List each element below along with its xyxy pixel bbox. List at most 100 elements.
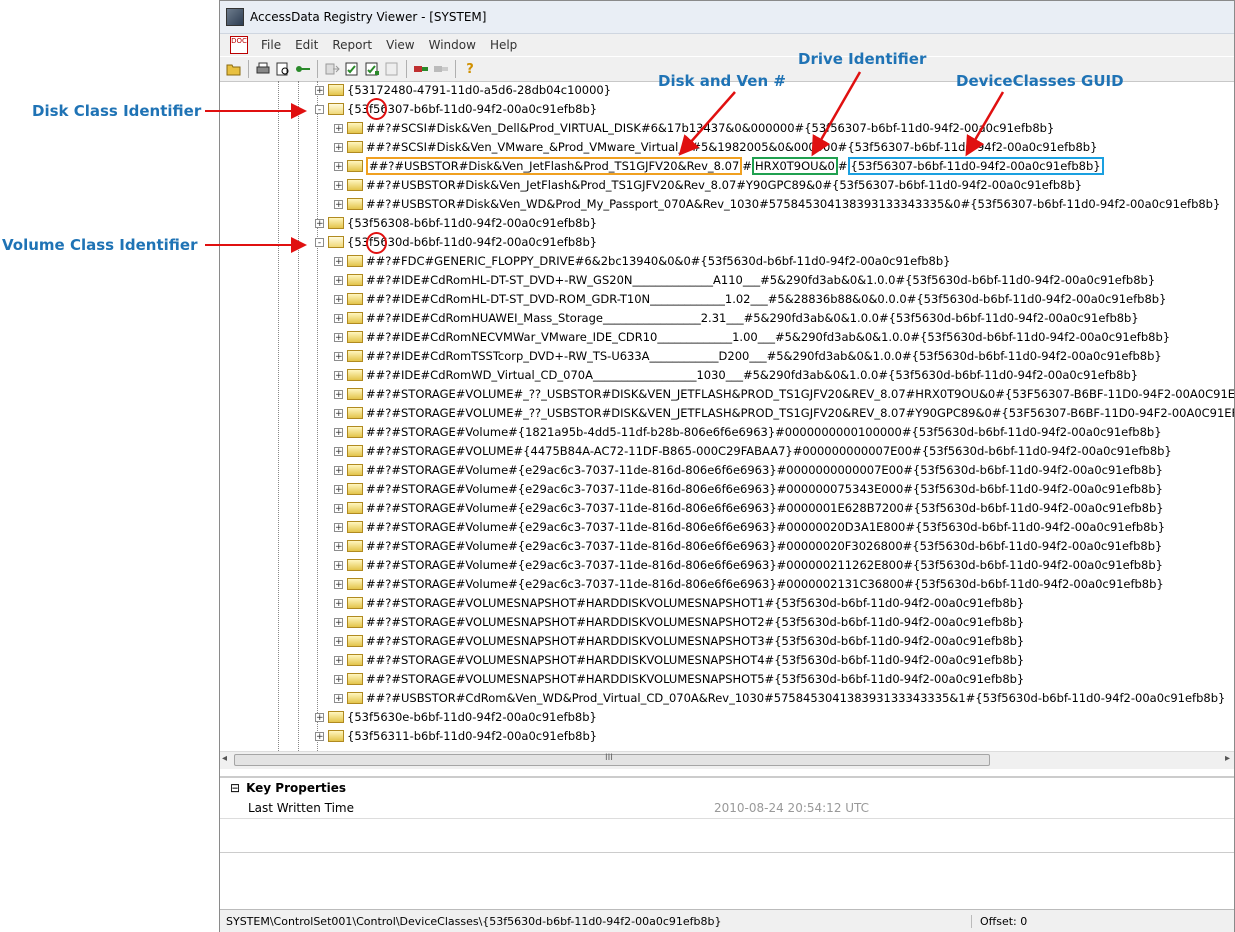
menu-file[interactable]: File (254, 38, 288, 52)
tree-node-class[interactable]: + {53f56308-b6bf-11d0-94f2-00a0c91efb8b} (315, 214, 597, 232)
tree-node-device[interactable]: + ##?#IDE#CdRomHL-DT-ST_DVD-ROM_GDR-T10N_… (334, 290, 1166, 308)
tree-node-class[interactable]: + {53172480-4791-11d0-a5d6-28db04c10000} (315, 81, 611, 99)
collapse-node-icon[interactable]: - (315, 237, 324, 247)
horizontal-scrollbar[interactable]: ◂ III ▸ (220, 751, 1234, 769)
expand-node-icon[interactable]: + (334, 541, 343, 551)
tree-node-device[interactable]: + ##?#IDE#CdRomNECVMWar_VMware_IDE_CDR10_… (334, 328, 1170, 346)
tree-node-device[interactable]: + ##?#STORAGE#VOLUME#_??_USBSTOR#DISK&VEN… (334, 404, 1234, 422)
tree-node-device[interactable]: + ##?#USBSTOR#Disk&Ven_JetFlash&Prod_TS1G… (334, 157, 1104, 175)
untag-icon[interactable] (432, 60, 450, 78)
expand-node-icon[interactable]: + (334, 351, 343, 361)
tree-node-device[interactable]: + ##?#STORAGE#VOLUMESNAPSHOT#HARDDISKVOLU… (334, 632, 1024, 650)
tree-node-device[interactable]: + ##?#STORAGE#Volume#{1821a95b-4dd5-11df-… (334, 423, 1162, 441)
expand-node-icon[interactable]: + (334, 161, 343, 171)
expand-node-icon[interactable]: + (334, 427, 343, 437)
tree-node-device[interactable]: + ##?#USBSTOR#Disk&Ven_WD&Prod_My_Passpor… (334, 195, 1220, 213)
menu-report[interactable]: Report (325, 38, 379, 52)
tree-node-device[interactable]: + ##?#STORAGE#Volume#{e29ac6c3-7037-11de-… (334, 556, 1163, 574)
expand-node-icon[interactable]: + (315, 85, 324, 95)
collapse-icon[interactable]: ⊟ (230, 781, 240, 795)
tree-node-label: ##?#STORAGE#VOLUMESNAPSHOT#HARDDISKVOLUM… (366, 596, 1025, 610)
expand-node-icon[interactable]: + (334, 142, 343, 152)
expand-node-icon[interactable]: + (334, 693, 343, 703)
expand-node-icon[interactable]: + (334, 123, 343, 133)
expand-node-icon[interactable]: + (334, 522, 343, 532)
expand-node-icon[interactable]: + (334, 389, 343, 399)
scroll-left-arrow[interactable]: ◂ (222, 753, 227, 764)
expand-node-icon[interactable]: + (334, 294, 343, 304)
key-properties-header[interactable]: ⊟ Key Properties (220, 778, 1234, 798)
tree-node-device[interactable]: + ##?#STORAGE#Volume#{e29ac6c3-7037-11de-… (334, 480, 1163, 498)
tree-node-device[interactable]: + ##?#IDE#CdRomWD_Virtual_CD_070A________… (334, 366, 1138, 384)
expand-node-icon[interactable]: + (334, 256, 343, 266)
collapse-node-icon[interactable]: - (315, 104, 324, 114)
tree-node-class[interactable]: - {53f56307-b6bf-11d0-94f2-00a0c91efb8b} (315, 100, 597, 118)
tree-node-device[interactable]: + ##?#STORAGE#VOLUME#_??_USBSTOR#DISK&VEN… (334, 385, 1234, 403)
expand-node-icon[interactable]: + (334, 465, 343, 475)
export-icon[interactable] (323, 60, 341, 78)
remove-report-icon[interactable] (383, 60, 401, 78)
tree-node-device[interactable]: + ##?#STORAGE#VOLUMESNAPSHOT#HARDDISKVOLU… (334, 651, 1024, 669)
property-row[interactable]: Last Written Time 2010-08-24 20:54:12 UT… (220, 798, 1234, 819)
tree-node-device[interactable]: + ##?#STORAGE#VOLUMESNAPSHOT#HARDDISKVOLU… (334, 594, 1024, 612)
expand-node-icon[interactable]: + (334, 313, 343, 323)
open-icon[interactable] (225, 60, 243, 78)
expand-node-icon[interactable]: + (334, 636, 343, 646)
tree-node-device[interactable]: + ##?#SCSI#Disk&Ven_VMware_&Prod_VMware_V… (334, 138, 1097, 156)
expand-node-icon[interactable]: + (334, 674, 343, 684)
tree-node-device[interactable]: + ##?#STORAGE#Volume#{e29ac6c3-7037-11de-… (334, 575, 1164, 593)
tree-node-device[interactable]: + ##?#IDE#CdRomHL-DT-ST_DVD+-RW_GS20N____… (334, 271, 1155, 289)
tree-node-device[interactable]: + ##?#USBSTOR#Disk&Ven_JetFlash&Prod_TS1G… (334, 176, 1082, 194)
expand-node-icon[interactable]: + (334, 484, 343, 494)
expand-node-icon[interactable]: + (334, 332, 343, 342)
tree-node-device[interactable]: + ##?#STORAGE#Volume#{e29ac6c3-7037-11de-… (334, 518, 1165, 536)
tree-node-device[interactable]: + ##?#IDE#CdRomTSSTcorp_DVD+-RW_TS-U633A_… (334, 347, 1162, 365)
expand-node-icon[interactable]: + (334, 370, 343, 380)
expand-node-icon[interactable]: + (334, 180, 343, 190)
menu-help[interactable]: Help (483, 38, 524, 52)
scrollbar-thumb[interactable]: III (234, 753, 990, 766)
help-icon[interactable]: ? (461, 60, 479, 78)
tree-node-device[interactable]: + ##?#STORAGE#Volume#{e29ac6c3-7037-11de-… (334, 499, 1164, 517)
expand-node-icon[interactable]: + (315, 712, 324, 722)
expand-node-icon[interactable]: + (334, 446, 343, 456)
expand-node-icon[interactable]: + (334, 275, 343, 285)
menu-edit[interactable]: Edit (288, 38, 325, 52)
expand-node-icon[interactable]: + (334, 560, 343, 570)
scroll-right-arrow[interactable]: ▸ (1225, 753, 1230, 764)
tree-node-label: ##?#STORAGE#Volume#{1821a95b-4dd5-11df-b… (366, 425, 1162, 439)
tree-node-class[interactable]: + {53f56311-b6bf-11d0-94f2-00a0c91efb8b} (315, 727, 597, 745)
expand-node-icon[interactable]: + (315, 218, 324, 228)
tree-node-device[interactable]: + ##?#FDC#GENERIC_FLOPPY_DRIVE#6&2bc13940… (334, 252, 950, 270)
tree-node-device[interactable]: + ##?#STORAGE#VOLUMESNAPSHOT#HARDDISKVOLU… (334, 670, 1024, 688)
expand-node-icon[interactable]: + (334, 199, 343, 209)
key-icon[interactable] (294, 60, 312, 78)
tree-node-device[interactable]: + ##?#IDE#CdRomHUAWEI_Mass_Storage_______… (334, 309, 1139, 327)
title-bar: AccessData Registry Viewer - [SYSTEM] (220, 1, 1234, 34)
expand-node-icon[interactable]: + (334, 655, 343, 665)
expand-node-icon[interactable]: + (334, 579, 343, 589)
expand-node-icon[interactable]: + (334, 617, 343, 627)
add-report-icon[interactable] (363, 60, 381, 78)
print-preview-icon[interactable] (274, 60, 292, 78)
expand-node-icon[interactable]: + (334, 503, 343, 513)
tree-node-device[interactable]: + ##?#SCSI#Disk&Ven_Dell&Prod_VIRTUAL_DIS… (334, 119, 1054, 137)
tree-node-device[interactable]: + ##?#STORAGE#Volume#{e29ac6c3-7037-11de-… (334, 537, 1162, 555)
report-icon[interactable] (343, 60, 361, 78)
folder-icon (347, 540, 363, 552)
tag-icon[interactable] (412, 60, 430, 78)
tree-node-device[interactable]: + ##?#STORAGE#VOLUMESNAPSHOT#HARDDISKVOLU… (334, 613, 1024, 631)
expand-node-icon[interactable]: + (315, 731, 324, 741)
menu-window[interactable]: Window (422, 38, 483, 52)
tree-node-class[interactable]: + {53f5630e-b6bf-11d0-94f2-00a0c91efb8b} (315, 708, 597, 726)
tree-node-device[interactable]: + ##?#USBSTOR#CdRom&Ven_WD&Prod_Virtual_C… (334, 689, 1225, 707)
drive-identifier-segment: HRX0T9OU&0 (751, 157, 838, 175)
document-icon[interactable]: DOC (230, 36, 248, 54)
tree-node-class[interactable]: - {53f5630d-b6bf-11d0-94f2-00a0c91efb8b} (315, 233, 597, 251)
expand-node-icon[interactable]: + (334, 408, 343, 418)
menu-view[interactable]: View (379, 38, 421, 52)
tree-node-device[interactable]: + ##?#STORAGE#VOLUME#{4475B84A-AC72-11DF-… (334, 442, 1172, 460)
expand-node-icon[interactable]: + (334, 598, 343, 608)
tree-node-device[interactable]: + ##?#STORAGE#Volume#{e29ac6c3-7037-11de-… (334, 461, 1163, 479)
print-icon[interactable] (254, 60, 272, 78)
